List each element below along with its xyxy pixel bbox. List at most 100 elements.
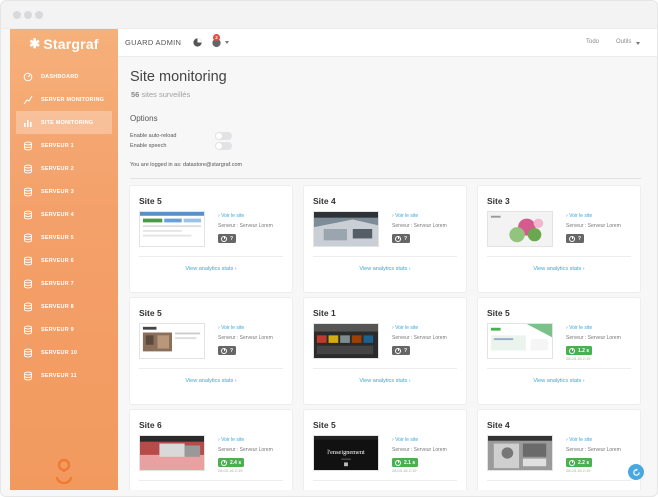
brand-name: Stargraf [43, 35, 99, 52]
window-close-dot[interactable] [13, 11, 21, 19]
tools-chevron-down-icon[interactable] [636, 42, 640, 45]
site-card: Site 5 › Voir le site Serveur : Serveur Lo… [478, 298, 640, 404]
sidebar-item-serveur-5[interactable]: SERVEUR 5 [10, 226, 118, 249]
site-card-title: Site 4 [487, 420, 510, 430]
sidebar-item-serveur-2[interactable]: SERVEUR 2 [10, 157, 118, 180]
sidebar-item-label: SERVEUR 10 [41, 349, 78, 356]
view-site-link[interactable]: › Voir le site [218, 213, 244, 219]
site-thumbnail[interactable] [313, 211, 379, 247]
site-thumbnail[interactable] [139, 435, 205, 471]
refresh-button[interactable] [628, 464, 644, 480]
sidebar-item-serveur-6[interactable]: SERVEUR 6 [10, 249, 118, 272]
site-thumbnail[interactable] [139, 323, 205, 359]
sidebar-item-serveur-8[interactable]: SERVEUR 8 [10, 295, 118, 318]
view-site-link[interactable]: › Voir le site [392, 325, 418, 331]
response-time-value: ? [404, 347, 408, 354]
site-thumbnail[interactable] [487, 435, 553, 471]
sidebar-item-serveur-4[interactable]: SERVEUR 4 [10, 203, 118, 226]
speech-toggle[interactable] [215, 142, 232, 150]
tools-menu[interactable]: Outils [616, 39, 631, 45]
view-site-label: Voir le site [395, 325, 419, 331]
sidebar-item-label: SERVEUR 3 [41, 188, 74, 195]
analytics-stats-link[interactable]: View analytics stats › [130, 378, 292, 384]
view-site-link[interactable]: › Voir le site [566, 437, 592, 443]
analytics-stats-link[interactable]: View analytics stats › [304, 378, 466, 384]
view-site-label: Voir le site [221, 213, 245, 219]
response-time-badge: ? [566, 234, 585, 243]
view-site-link[interactable]: › Voir le site [392, 437, 418, 443]
view-site-link[interactable]: › Voir le site [392, 213, 418, 219]
view-site-link[interactable]: › Voir le site [218, 325, 244, 331]
view-site-link[interactable]: › Voir le site [566, 325, 592, 331]
view-site-label: Voir le site [569, 213, 593, 219]
card-divider [313, 368, 457, 369]
site-thumbnail[interactable] [487, 211, 553, 247]
database-icon [23, 371, 33, 381]
thumbnail-caption: l'enseignement [327, 449, 365, 456]
response-time-badge: ? [218, 234, 237, 243]
analytics-stats-label: View analytics stats [359, 378, 408, 384]
pie-chart-icon[interactable] [192, 37, 203, 48]
response-time-value: 1.2 s [578, 347, 590, 354]
server-label: Serveur : Serveur Lorem [392, 223, 447, 229]
check-date: 28.03.16 2:19 [566, 356, 591, 361]
sidebar-item-serveur-11[interactable]: SERVEUR 11 [10, 364, 118, 387]
sidebar-item-serveur-7[interactable]: SERVEUR 7 [10, 272, 118, 295]
site-card: Site 6 › Voir le site Serveur : Serveur Lo… [130, 410, 292, 490]
auto-reload-toggle[interactable] [215, 132, 232, 140]
database-icon [23, 187, 33, 197]
brand-logo[interactable]: ✱ Stargraf [10, 29, 118, 58]
stargraf-g-logo-icon [55, 458, 73, 484]
site-thumbnail[interactable] [139, 211, 205, 247]
app-title: GUARD ADMIN [125, 38, 182, 47]
sidebar-item-serveur-10[interactable]: SERVEUR 10 [10, 341, 118, 364]
card-divider [487, 368, 631, 369]
view-site-link[interactable]: › Voir le site [566, 213, 592, 219]
sites-count: 56 [131, 90, 140, 99]
chevron-down-icon[interactable] [225, 41, 229, 44]
sidebar-item-label: SERVEUR 1 [41, 142, 74, 149]
analytics-stats-label: View analytics stats [533, 378, 582, 384]
trend-icon [23, 95, 33, 105]
analytics-stats-label: View analytics stats [533, 266, 582, 272]
site-thumbnail[interactable]: l'enseignement [313, 435, 379, 471]
sidebar-item-label: SERVER MONITORING [41, 96, 105, 103]
card-divider [139, 368, 283, 369]
sidebar-item-serveur-9[interactable]: SERVEUR 9 [10, 318, 118, 341]
app-window: ✱ Stargraf DASHBOARD SERVER MONITORING SIT… [0, 0, 658, 497]
analytics-stats-link[interactable]: View analytics stats › [478, 266, 640, 272]
analytics-stats-link[interactable]: View analytics stats › [130, 266, 292, 272]
site-card: Site 5 l'enseignement › Voir le site Serveu… [304, 410, 466, 490]
clock-icon [569, 347, 575, 354]
site-thumbnail[interactable] [313, 323, 379, 359]
database-icon [23, 210, 33, 220]
view-site-label: Voir le site [395, 213, 419, 219]
site-preview-image [488, 212, 552, 246]
response-time-badge: ? [392, 234, 411, 243]
sidebar-item-serveur-1[interactable]: SERVEUR 1 [10, 134, 118, 157]
todo-link[interactable]: Todo [586, 39, 599, 45]
sidebar-item-label: SERVEUR 9 [41, 326, 74, 333]
database-icon [23, 302, 33, 312]
sidebar-item-serveur-3[interactable]: SERVEUR 3 [10, 180, 118, 203]
sidebar-item-server-monitoring[interactable]: SERVER MONITORING [10, 88, 118, 111]
analytics-stats-link[interactable]: View analytics stats › [304, 266, 466, 272]
window-minimize-dot[interactable] [24, 11, 32, 19]
view-site-link[interactable]: › Voir le site [218, 437, 244, 443]
site-thumbnail[interactable] [487, 323, 553, 359]
database-icon [23, 279, 33, 289]
clock-icon [221, 235, 227, 242]
sidebar: ✱ Stargraf DASHBOARD SERVER MONITORING SIT… [10, 29, 118, 490]
speech-label: Enable speech [130, 143, 167, 149]
server-label: Serveur : Serveur Lorem [218, 335, 273, 341]
card-divider [139, 256, 283, 257]
window-zoom-dot[interactable] [35, 11, 43, 19]
sidebar-item-label: SERVEUR 7 [41, 280, 74, 287]
sidebar-item-site-monitoring[interactable]: SITE MONITORING [16, 111, 112, 134]
server-label: Serveur : Serveur Lorem [566, 223, 621, 229]
response-time-value: 2.1 s [404, 459, 416, 466]
analytics-stats-link[interactable]: View analytics stats › [478, 378, 640, 384]
auto-reload-label: Enable auto-reload [130, 133, 177, 139]
sidebar-item-dashboard[interactable]: DASHBOARD [10, 65, 118, 88]
clock-icon [221, 459, 227, 466]
